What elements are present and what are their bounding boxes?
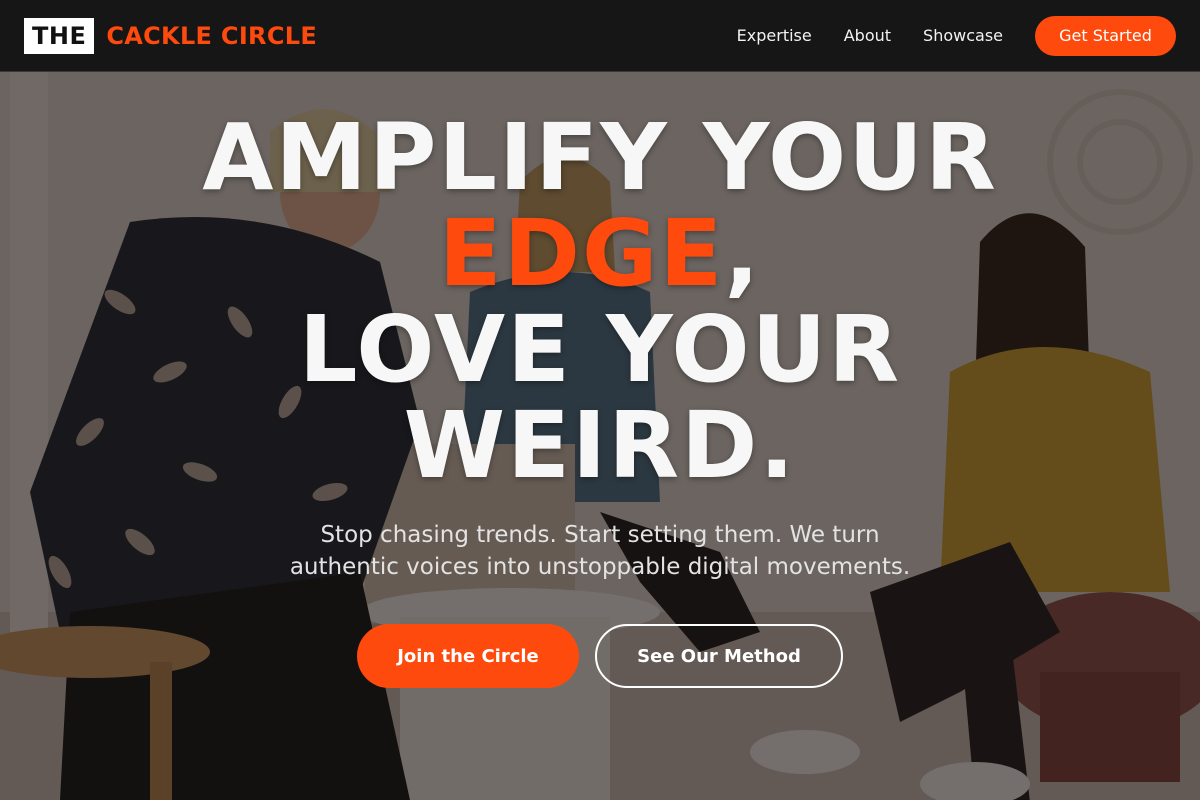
- hero-section: AMPLIFY YOUR EDGE, LOVE YOUR WEIRD. Stop…: [0, 72, 1200, 800]
- nav-link-showcase[interactable]: Showcase: [923, 26, 1003, 45]
- headline-line-3: LOVE YOUR: [298, 296, 902, 403]
- logo-box: THE: [24, 17, 95, 54]
- logo-text: CACKLE CIRCLE: [106, 21, 318, 50]
- subtitle-line-2: authentic voices into unstoppable digita…: [289, 554, 911, 580]
- headline-comma: ,: [724, 200, 762, 307]
- join-the-circle-button[interactable]: Join the Circle: [357, 624, 579, 688]
- headline-line-1: AMPLIFY YOUR: [202, 104, 998, 211]
- navbar: THE CACKLE CIRCLE Expertise About Showca…: [0, 0, 1200, 72]
- nav-link-expertise[interactable]: Expertise: [737, 26, 812, 45]
- see-our-method-button[interactable]: See Our Method: [595, 624, 843, 688]
- subtitle-line-1: Stop chasing trends. Start setting them.…: [320, 522, 880, 548]
- headline-line-2: EDGE,: [0, 206, 1200, 302]
- nav-link-about[interactable]: About: [844, 26, 891, 45]
- hero-headline: AMPLIFY YOUR EDGE, LOVE YOUR WEIRD.: [0, 110, 1200, 494]
- brand-logo[interactable]: THE CACKLE CIRCLE: [24, 17, 318, 54]
- hero-subtitle: Stop chasing trends. Start setting them.…: [0, 519, 1200, 583]
- get-started-button[interactable]: Get Started: [1035, 15, 1176, 56]
- nav-links: Expertise About Showcase Get Started: [737, 15, 1176, 56]
- headline-line-4: WEIRD.: [403, 392, 797, 499]
- headline-accent: EDGE: [438, 200, 725, 307]
- hero-buttons: Join the Circle See Our Method: [0, 624, 1200, 688]
